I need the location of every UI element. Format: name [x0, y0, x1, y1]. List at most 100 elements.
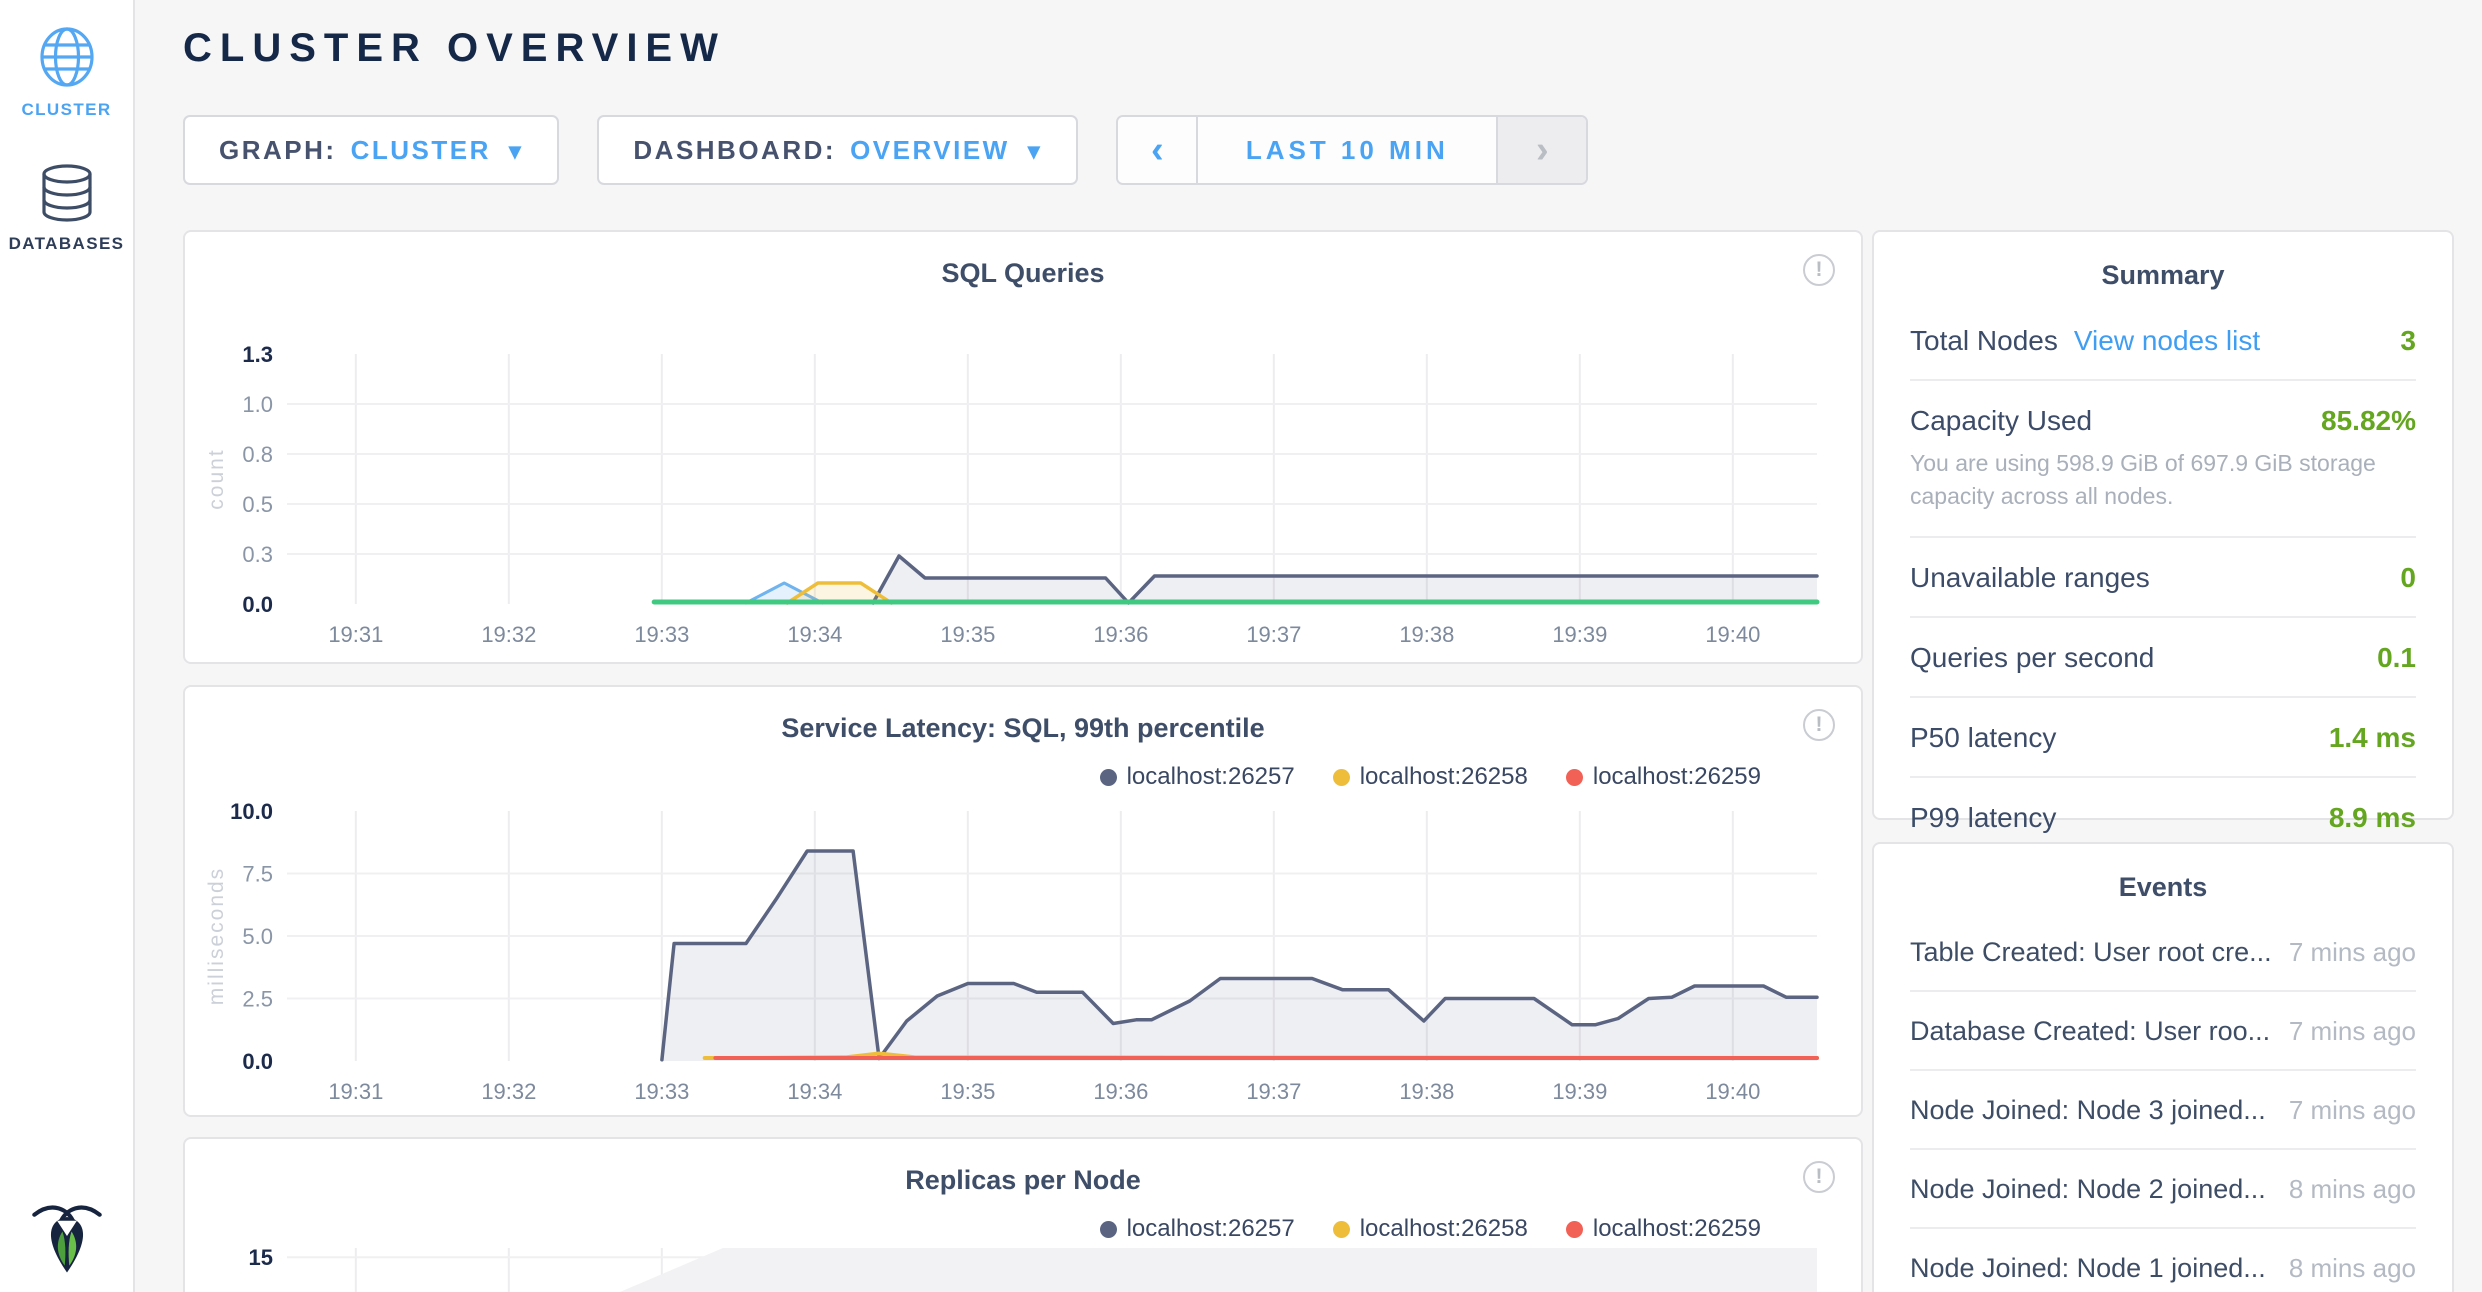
service-latency-chart-card: Service Latency: SQL, 99th percentile ! …	[183, 685, 1863, 1117]
dashboard-dropdown-label: DASHBOARD:	[633, 135, 836, 166]
y-tick-label: 0.0	[242, 592, 273, 617]
series-area-localhost:26257	[662, 851, 1817, 1061]
chevron-left-icon: ‹	[1151, 129, 1164, 172]
x-tick-label: 19:31	[328, 1079, 383, 1104]
event-text: Node Joined: Node 3 joined...	[1910, 1095, 2266, 1126]
service-latency-plot: 0.02.55.07.510.019:3119:3219:3319:3419:3…	[185, 799, 1865, 1121]
legend-dot	[1100, 769, 1117, 786]
capacity-subtext: You are using 598.9 GiB of 697.9 GiB sto…	[1910, 447, 2416, 514]
summary-row-capacity-used: Capacity Used 85.82% You are using 598.9…	[1910, 379, 2416, 536]
legend-dot	[1566, 769, 1583, 786]
sidebar-item-databases[interactable]: DATABASES	[0, 138, 133, 272]
summary-panel: Summary Total NodesView nodes list 3 Cap…	[1872, 230, 2454, 820]
event-text: Node Joined: Node 1 joined...	[1910, 1253, 2266, 1284]
time-next-button[interactable]: ›	[1496, 117, 1586, 183]
page-title: CLUSTER OVERVIEW	[183, 26, 726, 71]
dashboard-dropdown[interactable]: DASHBOARD: OVERVIEW ▾	[597, 115, 1078, 185]
globe-icon	[39, 26, 95, 88]
time-range-picker: ‹ LAST 10 MIN ›	[1116, 115, 1588, 185]
sidebar: CLUSTER DATABASES	[0, 0, 135, 1292]
summary-row-label: Queries per second	[1910, 642, 2154, 674]
sql-queries-plot: 0.00.30.50.81.01.319:3119:3219:3319:3419…	[185, 342, 1865, 664]
legend-item: localhost:26258	[1333, 763, 1528, 791]
x-tick-label: 19:31	[328, 622, 383, 647]
sidebar-item-label: CLUSTER	[21, 100, 111, 120]
chart-legend: localhost:26257 localhost:26258 localhos…	[1100, 763, 1761, 791]
x-tick-label: 19:34	[787, 622, 842, 647]
event-text: Node Joined: Node 2 joined...	[1910, 1174, 2266, 1205]
x-tick-label: 19:38	[1399, 622, 1454, 647]
events-rows: Table Created: User root cre... 7 mins a…	[1874, 903, 2452, 1292]
x-tick-label: 19:32	[481, 1079, 536, 1104]
legend-dot	[1333, 769, 1350, 786]
y-tick-label: 15	[249, 1245, 273, 1270]
event-row[interactable]: Database Created: User roo... 7 mins ago	[1910, 990, 2416, 1069]
event-row[interactable]: Node Joined: Node 3 joined... 7 mins ago	[1910, 1069, 2416, 1148]
event-row[interactable]: Node Joined: Node 2 joined... 8 mins ago	[1910, 1148, 2416, 1227]
x-tick-label: 19:34	[787, 1079, 842, 1104]
x-tick-label: 19:33	[634, 622, 689, 647]
legend-dot	[1333, 1221, 1350, 1238]
database-icon	[39, 164, 95, 222]
x-tick-label: 19:39	[1552, 1079, 1607, 1104]
event-row[interactable]: Node Joined: Node 1 joined... 8 mins ago	[1910, 1227, 2416, 1292]
event-time: 7 mins ago	[2289, 1016, 2416, 1047]
chevron-right-icon: ›	[1536, 129, 1549, 172]
legend-label: localhost:26259	[1593, 763, 1761, 791]
x-tick-label: 19:40	[1705, 1079, 1760, 1104]
info-icon[interactable]: !	[1803, 254, 1835, 286]
summary-rows: Total NodesView nodes list 3 Capacity Us…	[1874, 291, 2452, 856]
x-tick-label: 19:37	[1246, 1079, 1301, 1104]
controls-bar: GRAPH: CLUSTER ▾ DASHBOARD: OVERVIEW ▾ ‹…	[183, 115, 1588, 185]
x-tick-label: 19:37	[1246, 622, 1301, 647]
summary-row-label: Total Nodes	[1910, 325, 2058, 356]
chevron-down-icon: ▾	[1028, 137, 1043, 166]
summary-row-value: 0	[2400, 562, 2416, 594]
event-time: 7 mins ago	[2289, 937, 2416, 968]
replicas-per-node-chart-card: Replicas per Node ! localhost:26257 loca…	[183, 1137, 1863, 1292]
summary-row-label: P99 latency	[1910, 802, 2056, 834]
chevron-down-icon: ▾	[509, 137, 524, 166]
y-tick-label: 0.3	[242, 542, 273, 567]
summary-row-value: 8.9 ms	[2329, 802, 2416, 834]
x-tick-label: 19:39	[1552, 622, 1607, 647]
legend-label: localhost:26257	[1127, 763, 1295, 791]
sidebar-item-label: DATABASES	[9, 234, 125, 254]
dashboard-dropdown-value: OVERVIEW	[850, 135, 1010, 166]
summary-row-queries-per-second: Queries per second 0.1	[1910, 616, 2416, 696]
summary-row-label: P50 latency	[1910, 722, 2056, 754]
sidebar-item-cluster[interactable]: CLUSTER	[0, 0, 133, 138]
chart-title: SQL Queries	[185, 258, 1861, 289]
event-row[interactable]: Table Created: User root cre... 7 mins a…	[1910, 913, 2416, 990]
y-tick-label: 1.0	[242, 392, 273, 417]
y-tick-label: 0.5	[242, 492, 273, 517]
summary-row-value: 85.82%	[2321, 405, 2416, 437]
series-area-navy-series	[873, 556, 1817, 604]
event-text: Database Created: User roo...	[1910, 1016, 2270, 1047]
app-root: CLUSTER DATABASES	[0, 0, 2482, 1292]
summary-row-unavailable-ranges: Unavailable ranges 0	[1910, 536, 2416, 616]
time-range-label[interactable]: LAST 10 MIN	[1196, 117, 1496, 183]
legend-item: localhost:26257	[1100, 763, 1295, 791]
x-tick-label: 19:36	[1093, 1079, 1148, 1104]
replicas-per-node-plot: 151019:3119:3219:3319:3419:3519:3619:371…	[185, 1239, 1865, 1292]
view-nodes-list-link[interactable]: View nodes list	[2074, 325, 2260, 356]
summary-row-value: 0.1	[2377, 642, 2416, 674]
time-prev-button[interactable]: ‹	[1118, 117, 1196, 183]
events-panel: Events Table Created: User root cre... 7…	[1872, 842, 2454, 1292]
x-tick-label: 19:40	[1705, 622, 1760, 647]
series-area-localhost:26257	[379, 1248, 1817, 1292]
events-title: Events	[1874, 844, 2452, 903]
sql-queries-chart-card: SQL Queries ! 0.0 0.3 0.5 0.8 1.0 1.3 19:31 19:…	[183, 230, 1863, 664]
x-tick-label: 19:35	[940, 1079, 995, 1104]
x-tick-label: 19:35	[940, 622, 995, 647]
info-icon[interactable]: !	[1803, 709, 1835, 741]
graph-dropdown[interactable]: GRAPH: CLUSTER ▾	[183, 115, 559, 185]
info-icon[interactable]: !	[1803, 1161, 1835, 1193]
event-text: Table Created: User root cre...	[1910, 937, 2270, 968]
summary-row-p50-latency: P50 latency 1.4 ms	[1910, 696, 2416, 776]
y-tick-label: 1.3	[242, 342, 273, 367]
summary-row-total-nodes: Total NodesView nodes list 3	[1910, 301, 2416, 379]
y-axis-unit-label: count	[205, 448, 228, 509]
y-tick-label: 0.8	[242, 442, 273, 467]
